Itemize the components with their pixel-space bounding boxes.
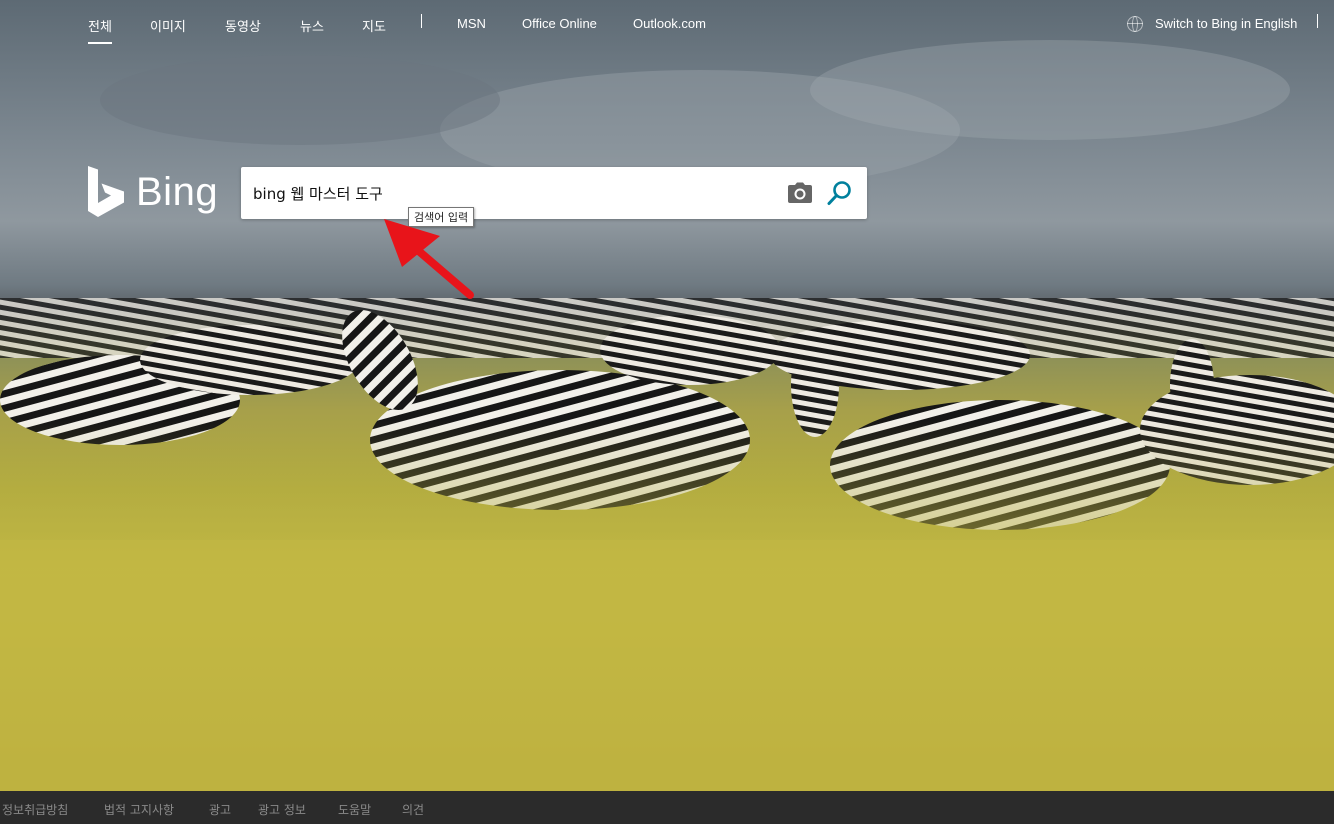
bing-logo-text: Bing [136,170,219,214]
camera-icon[interactable] [787,182,813,204]
nav-divider-right [1317,14,1318,28]
nav-tab-videos[interactable]: 동영상 [225,16,261,35]
footer-link-advertise[interactable]: 광고 [209,801,231,818]
footer-link-legal[interactable]: 법적 고지사항 [104,801,174,818]
footer-link-privacy[interactable]: 정보취급방침 [2,801,68,818]
footer-link-about-ads[interactable]: 광고 정보 [258,801,306,818]
footer-link-feedback[interactable]: 의견 [402,801,424,818]
nav-link-office-online[interactable]: Office Online [522,16,597,31]
language-switch-link[interactable]: Switch to Bing in English [1155,16,1297,31]
nav-link-outlook[interactable]: Outlook.com [633,16,706,31]
bing-logo[interactable]: Bing [88,166,218,218]
nav-link-msn[interactable]: MSN [457,16,486,31]
globe-icon [1127,16,1143,32]
search-input[interactable] [253,179,773,207]
footer: 정보취급방침 법적 고지사항 광고 광고 정보 도움말 의견 [0,791,1334,824]
nav-divider [421,14,422,28]
nav-tab-images[interactable]: 이미지 [150,16,186,35]
annotation-arrow [384,219,474,299]
top-navigation: 전체 이미지 동영상 뉴스 지도 MSN Office Online Outlo… [0,0,1334,48]
background-image [0,0,1334,791]
search-box [241,167,867,219]
search-icon[interactable] [827,180,853,206]
bing-logo-icon [88,166,124,217]
footer-link-help[interactable]: 도움말 [338,801,371,818]
nav-tab-all[interactable]: 전체 [88,16,112,44]
nav-tab-news[interactable]: 뉴스 [300,16,324,35]
nav-tab-maps[interactable]: 지도 [362,16,386,35]
